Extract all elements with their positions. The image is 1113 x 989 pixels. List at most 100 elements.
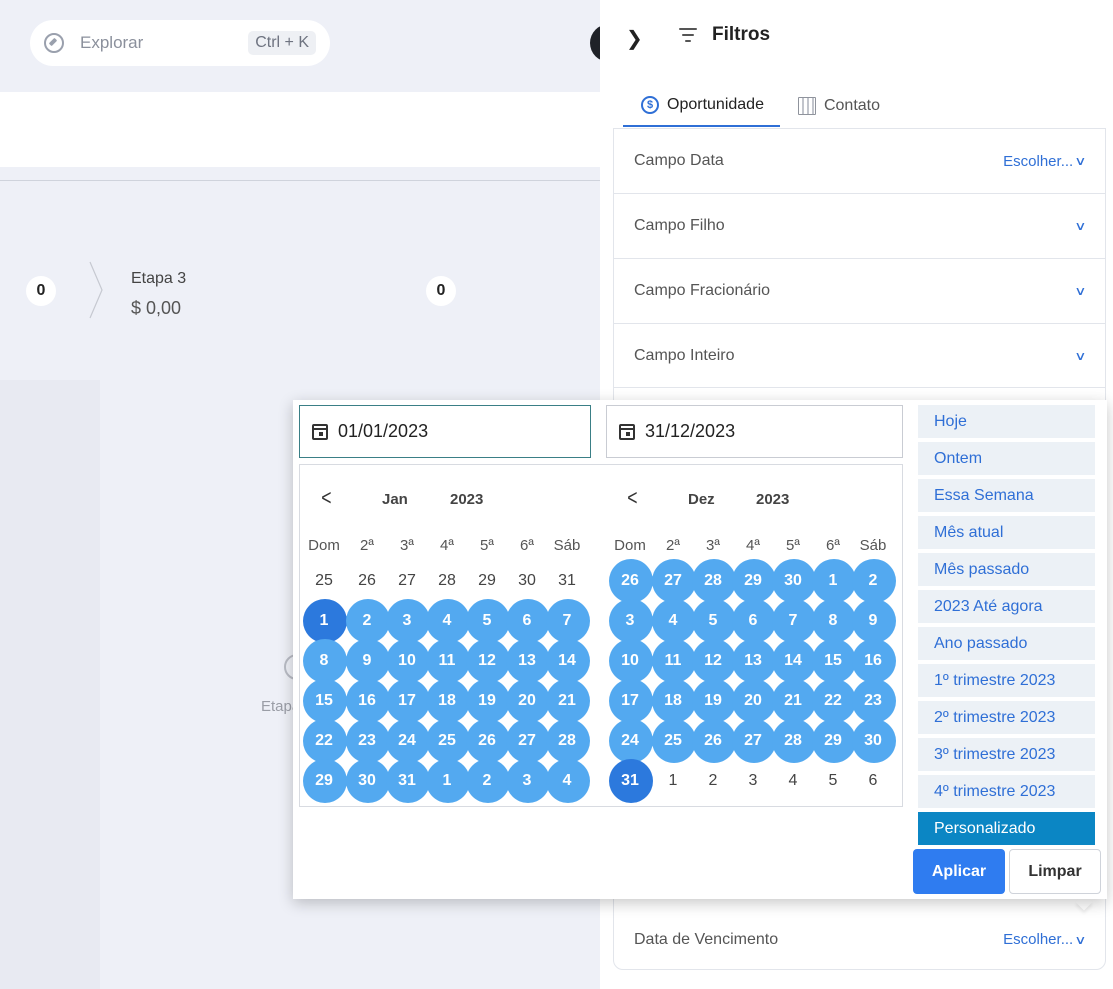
preset-option[interactable]: 3º trimestre 2023 xyxy=(918,738,1095,771)
preset-option[interactable]: Hoje xyxy=(918,405,1095,438)
day-number: 5 xyxy=(828,772,838,789)
weekday-label: Sáb xyxy=(859,537,887,554)
calendar-day[interactable]: 10 xyxy=(607,639,653,683)
calendar-day[interactable]: 14 xyxy=(544,639,590,683)
day-number: 29 xyxy=(315,772,333,789)
calendar-day[interactable]: 8 xyxy=(301,639,347,683)
weekday-label: 4ª xyxy=(746,537,760,554)
calendar-day[interactable]: 23 xyxy=(850,679,896,723)
calendar-day[interactable]: 6 xyxy=(850,761,896,801)
preset-option[interactable]: 2023 Até agora xyxy=(918,590,1095,623)
preset-option[interactable]: Personalizado xyxy=(918,812,1095,845)
calendar-day[interactable]: 2 xyxy=(850,559,896,603)
calendar-day[interactable]: 9 xyxy=(850,599,896,643)
preset-option[interactable]: 1º trimestre 2023 xyxy=(918,664,1095,697)
calendar-day[interactable]: 16 xyxy=(850,639,896,683)
search-placeholder: Explorar xyxy=(80,33,144,52)
calendar-day[interactable]: 17 xyxy=(607,679,653,723)
tab-contato[interactable]: Contato xyxy=(780,84,896,127)
day-number: 26 xyxy=(621,572,639,589)
choose-dropdown[interactable]: Escolher... ∨ xyxy=(1003,931,1087,948)
choose-dropdown[interactable]: Escolher... ∨ xyxy=(1003,152,1087,170)
choose-label: Escolher... xyxy=(1003,152,1074,170)
calendar-day[interactable]: 3 xyxy=(607,599,653,643)
calendar-frame: < Jan 2023 Dom 2ª 3ª 4ª 5ª 6ª Sáb 25 26 27 28 29 30 3… xyxy=(299,464,903,807)
weekday-label: 3ª xyxy=(400,537,414,554)
preset-option[interactable]: Mês passado xyxy=(918,553,1095,586)
preset-option[interactable]: Essa Semana xyxy=(918,479,1095,512)
preset-option[interactable]: Mês atual xyxy=(918,516,1095,549)
explore-search[interactable]: Explorar Ctrl + K xyxy=(30,20,330,66)
month-name[interactable]: Dez xyxy=(688,491,715,508)
preset-option[interactable]: 2º trimestre 2023 xyxy=(918,701,1095,734)
calendar-day[interactable]: 25 xyxy=(301,561,347,601)
day-number: 15 xyxy=(315,692,333,709)
day-number: 28 xyxy=(438,572,456,589)
calendar-day[interactable]: 31 xyxy=(607,759,653,803)
calendar-day[interactable]: 29 xyxy=(301,759,347,803)
calendar-day[interactable]: 31 xyxy=(544,561,590,601)
month-year[interactable]: 2023 xyxy=(450,491,483,508)
start-date-input[interactable]: 01/01/2023 xyxy=(299,405,591,458)
calendar-day[interactable]: 1 xyxy=(301,599,347,643)
field-campo-inteiro[interactable]: Campo Inteiro ∨ xyxy=(614,324,1105,388)
calendar-day[interactable]: 28 xyxy=(544,719,590,763)
preset-option[interactable]: 4º trimestre 2023 xyxy=(918,775,1095,808)
prev-month-button[interactable]: < xyxy=(627,485,637,511)
day-number: 11 xyxy=(438,652,456,669)
day-number: 3 xyxy=(748,772,758,789)
calendar-day[interactable]: 15 xyxy=(301,679,347,723)
day-number: 29 xyxy=(824,732,842,749)
tab-oportunidade[interactable]: $ Oportunidade xyxy=(623,84,780,127)
calendar-day[interactable]: 4 xyxy=(544,759,590,803)
day-number: 6 xyxy=(522,612,532,629)
calendar-day[interactable]: 22 xyxy=(301,719,347,763)
stage-value: $ 0,00 xyxy=(131,298,182,318)
building-icon xyxy=(797,96,816,115)
day-number: 30 xyxy=(784,572,802,589)
field-campo-data[interactable]: Campo Data Escolher... ∨ xyxy=(614,129,1105,194)
day-number: 16 xyxy=(864,652,882,669)
collapse-panel-icon[interactable]: ❯ xyxy=(626,26,643,51)
day-number: 8 xyxy=(828,612,838,629)
weekday-label: 5ª xyxy=(480,537,494,554)
day-number: 27 xyxy=(744,732,762,749)
apply-button[interactable]: Aplicar xyxy=(913,849,1005,894)
day-number: 8 xyxy=(319,652,329,669)
weekday-label: Dom xyxy=(308,537,340,554)
end-date-input[interactable]: 31/12/2023 xyxy=(606,405,903,458)
weekday-label: 6ª xyxy=(520,537,534,554)
day-number: 16 xyxy=(358,692,376,709)
field-campo-fracionario[interactable]: Campo Fracionário ∨ xyxy=(614,259,1105,324)
preset-option[interactable]: Ano passado xyxy=(918,627,1095,660)
field-label: Campo Fracionário xyxy=(634,282,771,299)
day-number: 21 xyxy=(558,692,576,709)
stage-name: Etapa 3 xyxy=(131,270,187,287)
clear-button[interactable]: Limpar xyxy=(1009,849,1101,894)
month-name[interactable]: Jan xyxy=(382,491,408,508)
day-number: 2 xyxy=(708,772,718,789)
day-number: 1 xyxy=(442,772,452,789)
day-number: 1 xyxy=(319,612,329,629)
calendar-day[interactable]: 7 xyxy=(544,599,590,643)
field-data-vencimento[interactable]: Data de Vencimento Escolher... ∨ xyxy=(614,909,1105,970)
calendar-day[interactable]: 30 xyxy=(850,719,896,763)
expand-dropdown[interactable]: ∨ xyxy=(1073,284,1086,298)
prev-month-button[interactable]: < xyxy=(321,485,331,511)
field-campo-filho[interactable]: Campo Filho ∨ xyxy=(614,194,1105,259)
day-number: 28 xyxy=(704,572,722,589)
month-year[interactable]: 2023 xyxy=(756,491,789,508)
calendar-icon xyxy=(312,423,328,440)
calendar-day[interactable]: 24 xyxy=(607,719,653,763)
calendar-day[interactable]: 26 xyxy=(607,559,653,603)
choose-label: Escolher... xyxy=(1003,931,1074,948)
day-number: 6 xyxy=(868,772,878,789)
day-number: 15 xyxy=(824,652,842,669)
day-number: 4 xyxy=(442,612,452,629)
day-number: 17 xyxy=(398,692,416,709)
preset-option[interactable]: Ontem xyxy=(918,442,1095,475)
calendar-day[interactable]: 21 xyxy=(544,679,590,723)
expand-dropdown[interactable]: ∨ xyxy=(1073,349,1086,363)
day-number: 28 xyxy=(558,732,576,749)
expand-dropdown[interactable]: ∨ xyxy=(1073,219,1086,233)
